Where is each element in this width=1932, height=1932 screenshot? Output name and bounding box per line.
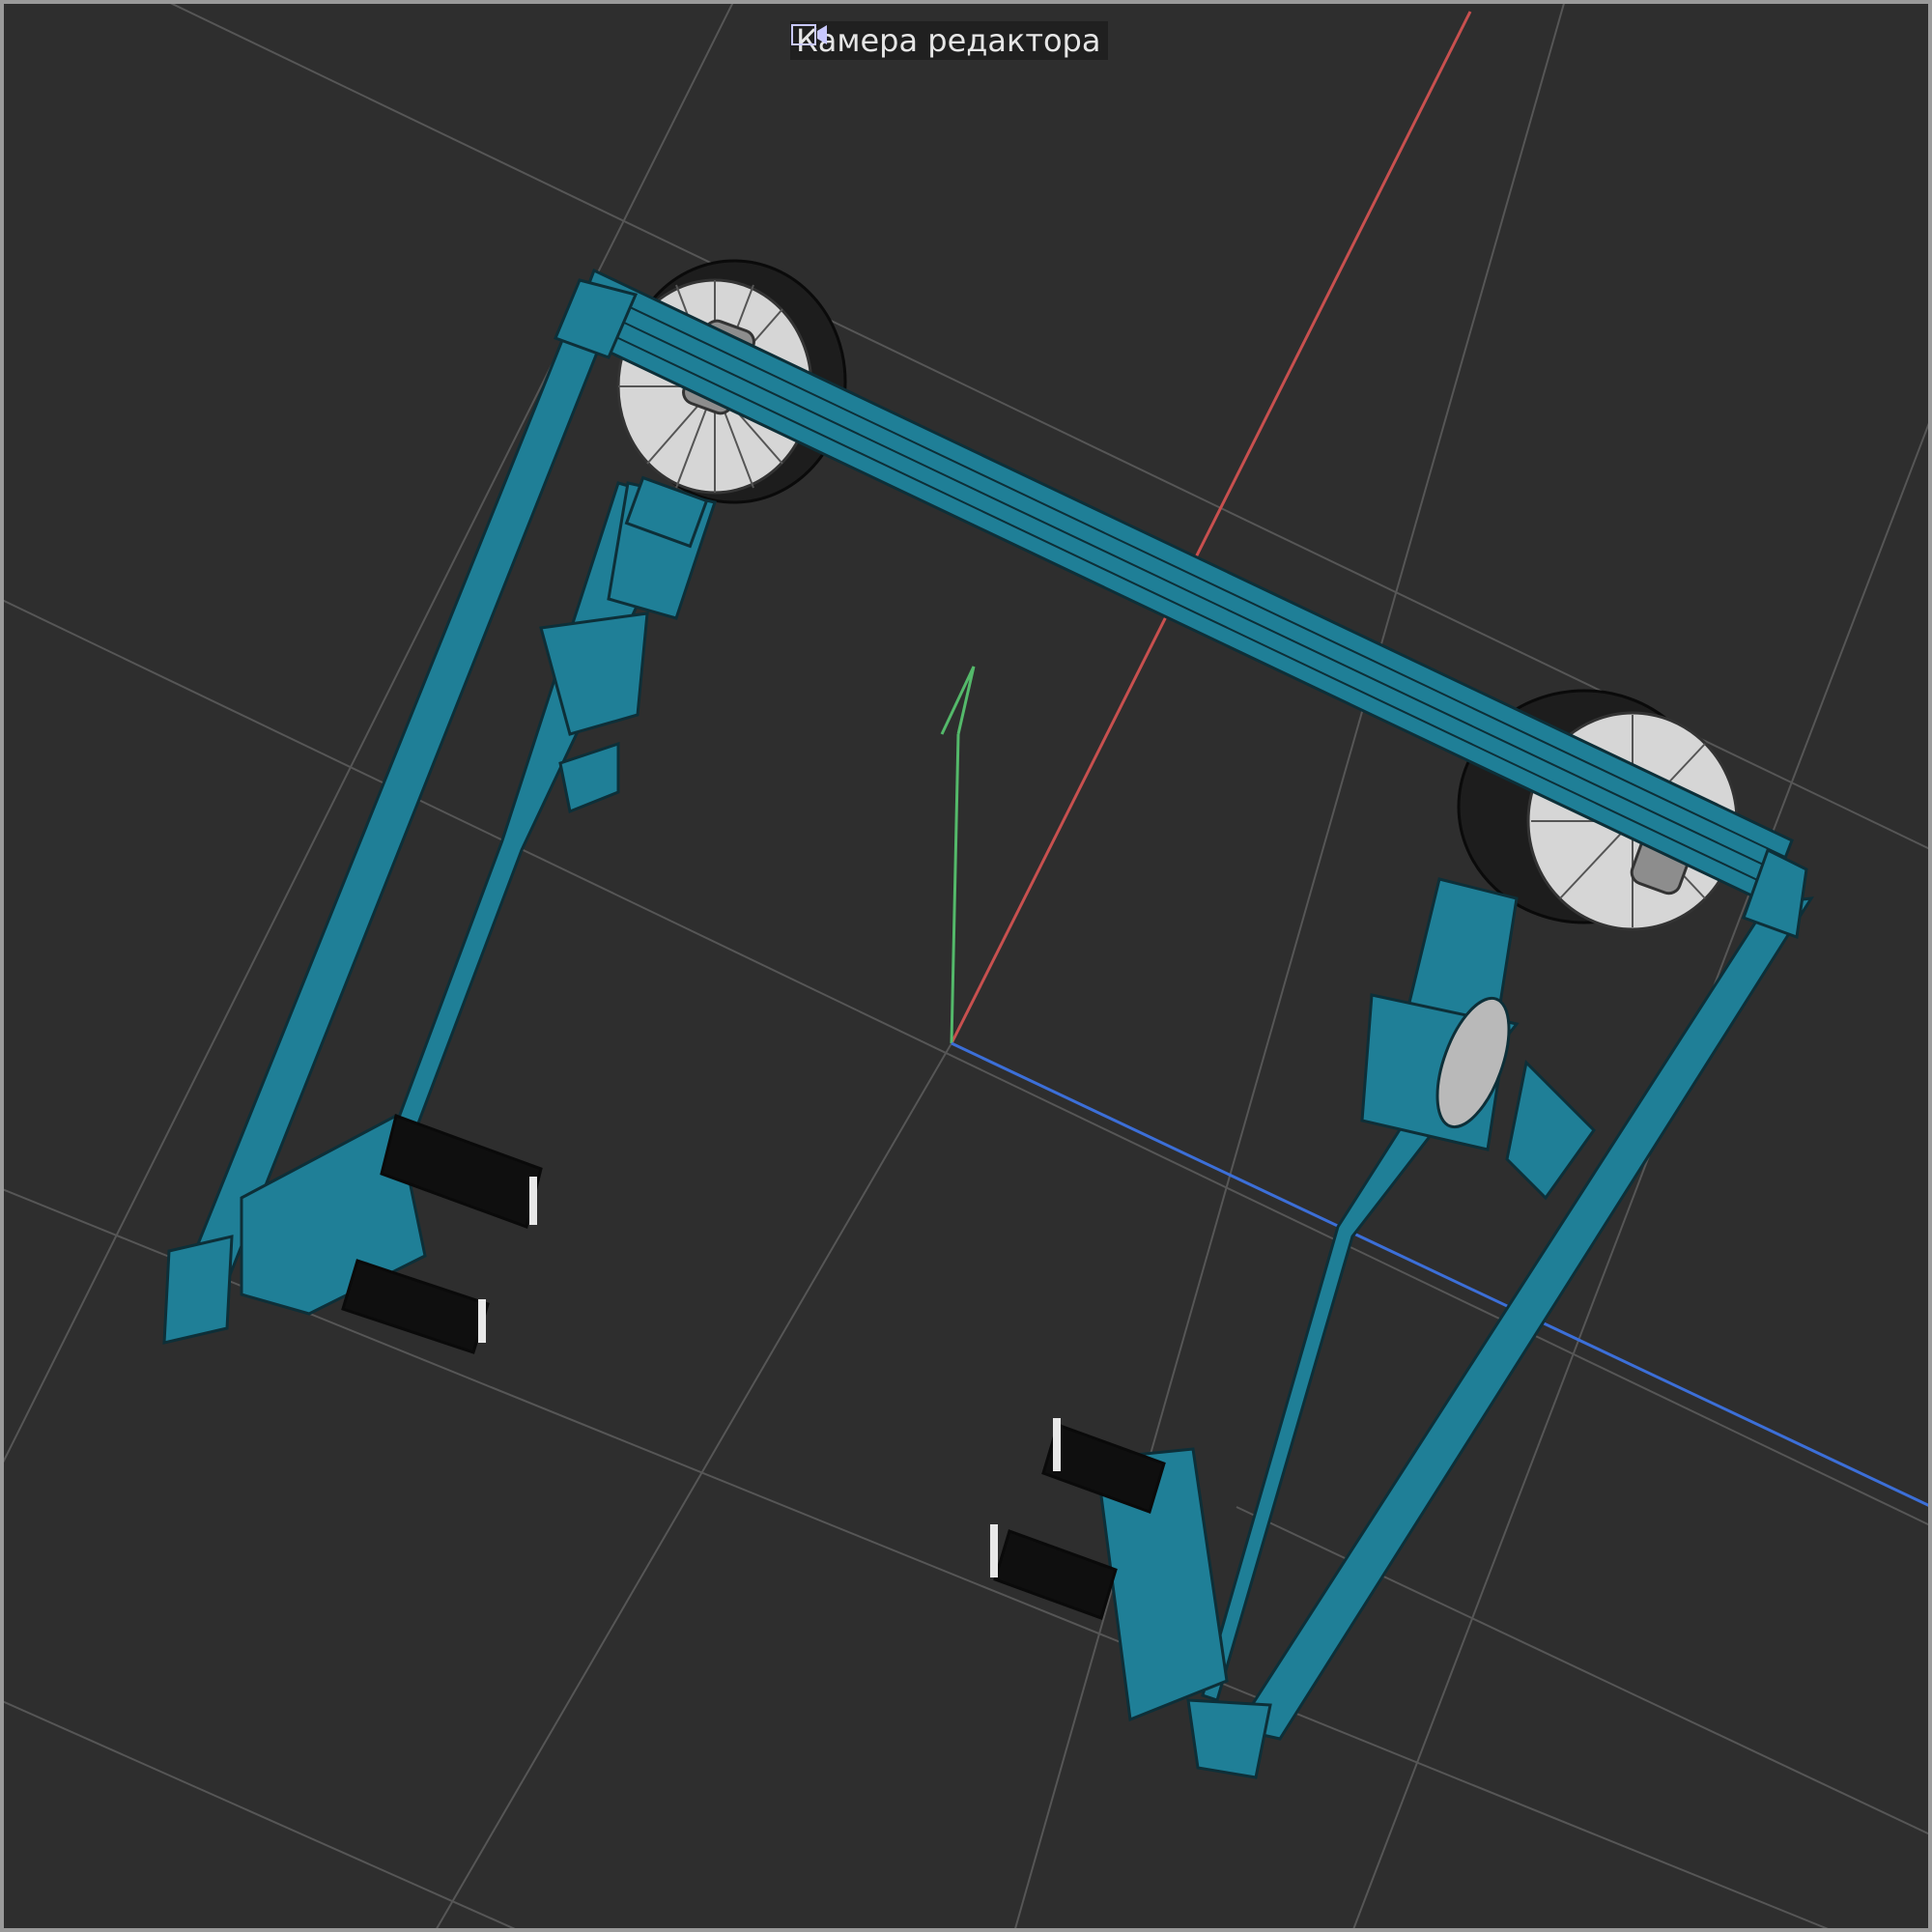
y-axis-tip [940,666,976,735]
camera-label-text: Камера редактора [796,22,1101,59]
left-front-suspension[interactable] [539,475,717,814]
viewport-border-top [0,0,1932,4]
y-axis-line [950,733,960,1044]
chassis-model[interactable] [162,259,1814,1779]
ground-grid [0,0,1932,1932]
3d-viewport[interactable]: Камера редактора [0,0,1932,1932]
axis-gizmo [940,11,1932,1509]
viewport-border-bottom [0,1928,1932,1932]
camera-icon[interactable] [790,21,829,48]
scene-canvas[interactable] [0,0,1932,1932]
editor-camera-label[interactable]: Камера редактора [790,21,1109,60]
viewport-border-left [0,0,4,1932]
viewport-border-right [1928,0,1932,1932]
